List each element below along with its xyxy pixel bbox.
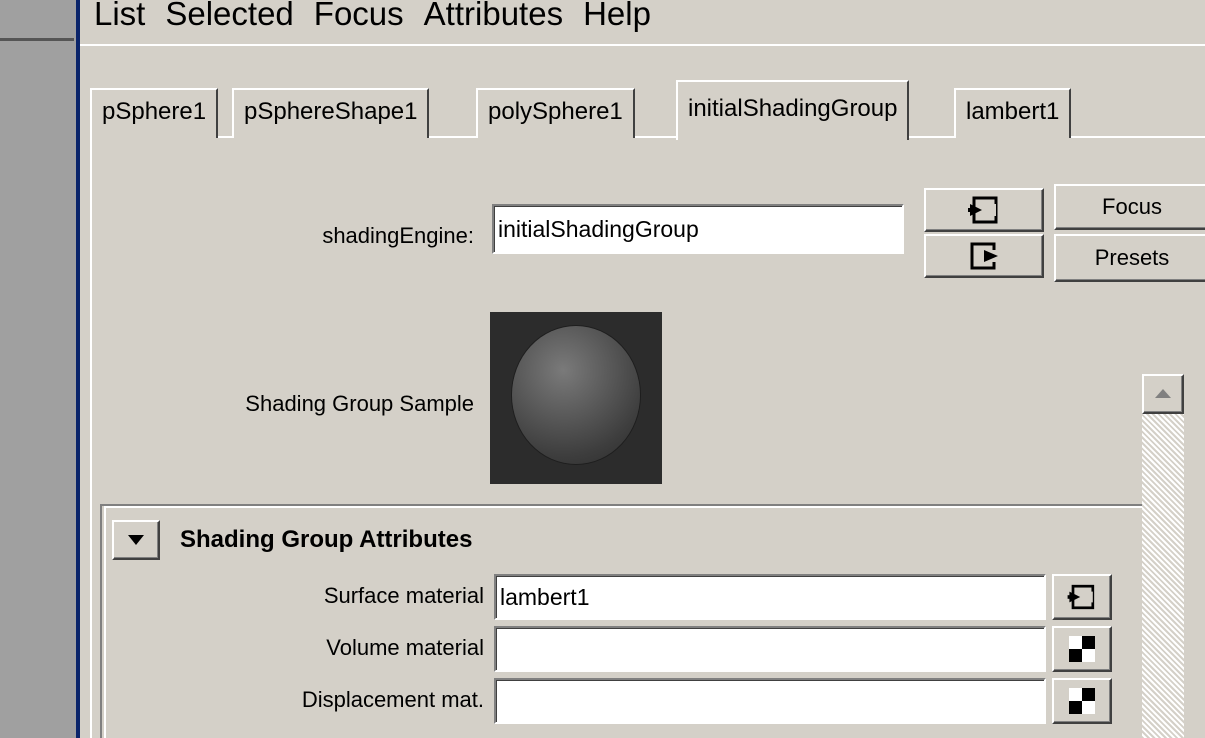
input-connection-icon — [968, 196, 998, 224]
section-title: Shading Group Attributes — [180, 526, 473, 553]
focus-button[interactable]: Focus — [1054, 184, 1205, 230]
shading-group-sample-label: Shading Group Sample — [245, 391, 474, 416]
input-connections-button[interactable] — [924, 188, 1044, 232]
sample-sphere — [512, 326, 640, 464]
node-content: shadingEngine: initialShadingGroup Focus… — [90, 136, 1205, 738]
surface-material-field[interactable]: lambert1 — [494, 574, 1046, 620]
section-collapse-button[interactable] — [112, 520, 160, 560]
attribute-editor-panel: List Selected Focus Attributes Help pSph… — [80, 0, 1205, 738]
triangle-up-icon — [1155, 389, 1171, 398]
menu-attributes[interactable]: Attributes — [414, 0, 573, 44]
tab-lambert1[interactable]: lambert1 — [954, 88, 1072, 138]
tab-initialshadinggroup[interactable]: initialShadingGroup — [676, 80, 910, 140]
presets-button[interactable]: Presets — [1054, 234, 1205, 282]
checker-map-icon — [1069, 688, 1095, 714]
menu-selected[interactable]: Selected — [155, 0, 303, 44]
scroll-up-button[interactable] — [1142, 374, 1184, 414]
volume-material-field[interactable] — [494, 626, 1046, 672]
displacement-material-label: Displacement mat. — [301, 687, 484, 712]
menu-separator — [80, 44, 1205, 46]
gutter-divider — [0, 38, 74, 41]
menu-list[interactable]: List — [84, 0, 155, 44]
menu-focus[interactable]: Focus — [304, 0, 414, 44]
shading-group-attributes-section: Shading Group Attributes Surface materia… — [100, 504, 1150, 738]
displacement-material-map-button[interactable] — [1052, 678, 1112, 724]
menu-help[interactable]: Help — [573, 0, 661, 44]
input-connection-icon — [1067, 584, 1095, 610]
volume-material-map-button[interactable] — [1052, 626, 1112, 672]
surface-material-connect-button[interactable] — [1052, 574, 1112, 620]
output-connections-button[interactable] — [924, 234, 1044, 278]
shading-group-sample-swatch — [490, 312, 662, 484]
output-connection-icon — [970, 242, 998, 270]
tab-polysphere1[interactable]: polySphere1 — [476, 88, 635, 138]
tab-psphere1[interactable]: pSphere1 — [90, 88, 219, 138]
surface-material-label: Surface material — [323, 583, 484, 608]
tab-psphereshape1[interactable]: pSphereShape1 — [232, 88, 430, 138]
menu-bar: List Selected Focus Attributes Help — [80, 0, 1205, 44]
triangle-down-icon — [128, 535, 144, 545]
checker-map-icon — [1069, 636, 1095, 662]
attributes-scrollbar[interactable] — [1142, 374, 1184, 738]
left-gutter — [0, 0, 78, 738]
displacement-material-field[interactable] — [494, 678, 1046, 724]
volume-material-label: Volume material — [326, 635, 484, 660]
shading-engine-label: shadingEngine: — [322, 223, 474, 248]
node-name-field[interactable]: initialShadingGroup — [492, 204, 904, 254]
